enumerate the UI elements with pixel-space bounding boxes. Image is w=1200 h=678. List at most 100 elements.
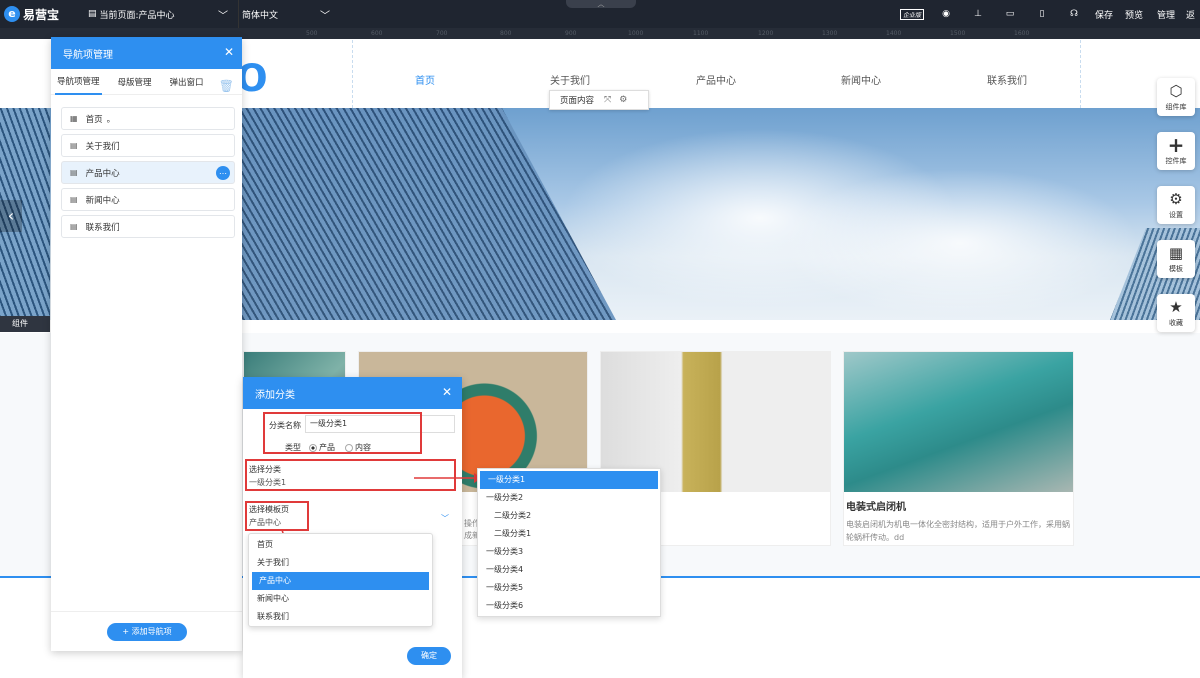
preview-button[interactable]: 预览: [1122, 0, 1146, 28]
manage-button[interactable]: 管理: [1154, 0, 1178, 28]
template-button[interactable]: ▦ 模板: [1157, 240, 1195, 278]
chevron-down-icon[interactable]: ﹀: [441, 513, 449, 524]
gear-icon: ⚙: [1169, 190, 1183, 208]
header-guide: [1080, 40, 1081, 108]
desktop-icon[interactable]: ▭: [996, 0, 1024, 28]
headset-icon[interactable]: ☊: [1060, 0, 1088, 28]
grid-icon: ▦: [1168, 244, 1184, 262]
ruler-tick: 1100: [693, 30, 709, 37]
nav-item-news[interactable]: ▤ 新闻中心: [61, 188, 235, 211]
dropdown-option[interactable]: 二级分类1: [478, 525, 660, 543]
dropdown-option[interactable]: 产品中心: [252, 572, 429, 590]
dropdown-option[interactable]: 一级分类1: [480, 471, 658, 489]
align-icon[interactable]: ⊥: [964, 0, 992, 28]
ruler-tick: 1500: [950, 30, 966, 37]
more-icon[interactable]: …: [216, 166, 230, 180]
chevron-down-icon: ﹀: [218, 11, 228, 22]
dialog-header: 添加分类: [243, 377, 462, 409]
enterprise-badge[interactable]: 企业版: [896, 0, 928, 28]
favorites-button[interactable]: ★ 收藏: [1157, 294, 1195, 332]
dropdown-option[interactable]: 一级分类5: [478, 579, 660, 597]
page-content-label: 页面内容: [560, 96, 595, 106]
expand-icon[interactable]: ⤧: [604, 95, 611, 105]
trash-icon[interactable]: 🗑: [219, 79, 234, 93]
confirm-button[interactable]: 确定: [407, 647, 451, 665]
nav-panel-header: 导航项管理: [51, 37, 242, 69]
nav-item-home[interactable]: ▦ 首页 。: [61, 107, 235, 130]
grid-icon: ▦: [70, 114, 78, 123]
header-guide: [352, 40, 353, 108]
eye-icon[interactable]: ◉: [932, 0, 960, 28]
page-selector-label: 当前页面:产品中心: [99, 10, 175, 21]
nav-item-about[interactable]: ▤ 关于我们: [61, 134, 235, 157]
tab-nav-items[interactable]: 导航项管理: [55, 69, 102, 95]
site-nav-home[interactable]: 首页: [415, 72, 435, 87]
language-label: 简体中文: [242, 10, 279, 21]
settings-button[interactable]: ⚙ 设置: [1157, 186, 1195, 224]
dropdown-option[interactable]: 一级分类3: [478, 543, 660, 561]
cube-icon: ⬡: [1169, 82, 1183, 100]
gear-icon[interactable]: ⚙: [619, 95, 627, 105]
page-icon: ▤: [70, 195, 78, 204]
category-dropdown: 一级分类1 一级分类2 二级分类2 二级分类1 一级分类3 一级分类4 一级分类…: [477, 468, 661, 617]
language-selector[interactable]: 简体中文 ﹀: [238, 0, 336, 28]
product-title[interactable]: 电装式启闭机: [846, 498, 906, 513]
mobile-icon[interactable]: ▯: [1028, 0, 1056, 28]
star-icon: ★: [1169, 298, 1183, 316]
nav-manager-panel: 导航项管理 ✕ 导航项管理 母版管理 弹出窗口 🗑 ▦ 首页 。 ▤ 关于我们 …: [51, 37, 242, 651]
close-icon[interactable]: ✕: [442, 385, 452, 399]
dropdown-option[interactable]: 联系我们: [249, 608, 432, 626]
dialog-title: 添加分类: [255, 389, 295, 401]
page-selector[interactable]: ▤ 当前页面:产品中心 ﹀: [84, 0, 234, 28]
ruler-tick: 500: [306, 30, 318, 37]
component-library-button[interactable]: ⬡ 组件库: [1157, 78, 1195, 116]
product-description: 电装启闭机为机电一体化全密封结构，适用于户外工作，采用蜗轮蜗杆传动。dd: [846, 520, 1070, 542]
site-nav-contact[interactable]: 联系我们: [987, 72, 1027, 87]
add-nav-item-button[interactable]: + 添加导航项: [107, 623, 187, 641]
ruler-tick: 1600: [1014, 30, 1030, 37]
close-icon[interactable]: ✕: [224, 45, 234, 59]
ruler-tick: 700: [436, 30, 448, 37]
cloud: [780, 168, 1140, 318]
page-icon: ▤: [70, 141, 78, 150]
save-button[interactable]: 保存: [1092, 0, 1116, 28]
nav-panel-footer: + 添加导航项: [51, 611, 242, 651]
logo-text: 易营宝: [23, 7, 60, 22]
banner-prev-arrow[interactable]: ‹: [0, 200, 22, 232]
dropdown-option[interactable]: 首页: [249, 536, 432, 554]
annotation-arrow: [414, 473, 482, 483]
nav-panel-tabs: 导航项管理 母版管理 弹出窗口: [51, 69, 242, 95]
building-image: [236, 108, 616, 320]
components-label[interactable]: 组件: [0, 316, 50, 332]
tab-popups[interactable]: 弹出窗口: [168, 70, 206, 94]
ruler-tick: 600: [371, 30, 383, 37]
tab-master-pages[interactable]: 母版管理: [116, 70, 154, 94]
widget-library-button[interactable]: + 控件库: [1157, 132, 1195, 170]
page-icon: ▤: [88, 9, 97, 19]
ruler-tick: 800: [500, 30, 512, 37]
ruler-tick: 1400: [886, 30, 902, 37]
dropdown-option[interactable]: 关于我们: [249, 554, 432, 572]
ruler-tick: 900: [565, 30, 577, 37]
dropdown-option[interactable]: 一级分类2: [478, 489, 660, 507]
page-content-chip[interactable]: 页面内容 ⤧ ⚙: [549, 90, 649, 110]
nav-item-products[interactable]: ▤ 产品中心 …: [61, 161, 235, 184]
dropdown-option[interactable]: 二级分类2: [478, 507, 660, 525]
site-nav-products[interactable]: 产品中心: [696, 72, 736, 87]
return-button[interactable]: 返: [1186, 0, 1200, 28]
dropdown-option[interactable]: 新闻中心: [249, 590, 432, 608]
site-nav-about[interactable]: 关于我们: [550, 72, 590, 87]
site-nav-news[interactable]: 新闻中心: [841, 72, 881, 87]
chevron-down-icon: ﹀: [320, 11, 330, 22]
product-image: [844, 352, 1073, 492]
page-icon: ▤: [70, 222, 78, 231]
highlight-box: [263, 412, 422, 454]
add-category-dialog: 添加分类 ✕ 分类名称 一级分类1 类型 产品 内容 选择分类 一级分类1 选择…: [243, 377, 462, 678]
nav-item-contact[interactable]: ▤ 联系我们: [61, 215, 235, 238]
dropdown-option[interactable]: 一级分类6: [478, 597, 660, 615]
dropdown-option[interactable]: 一级分类4: [478, 561, 660, 579]
product-card[interactable]: [843, 351, 1074, 546]
collapse-toolbar-tab[interactable]: ︿: [566, 0, 636, 8]
nav-panel-title: 导航项管理: [63, 49, 113, 61]
ruler-tick: 1000: [628, 30, 644, 37]
